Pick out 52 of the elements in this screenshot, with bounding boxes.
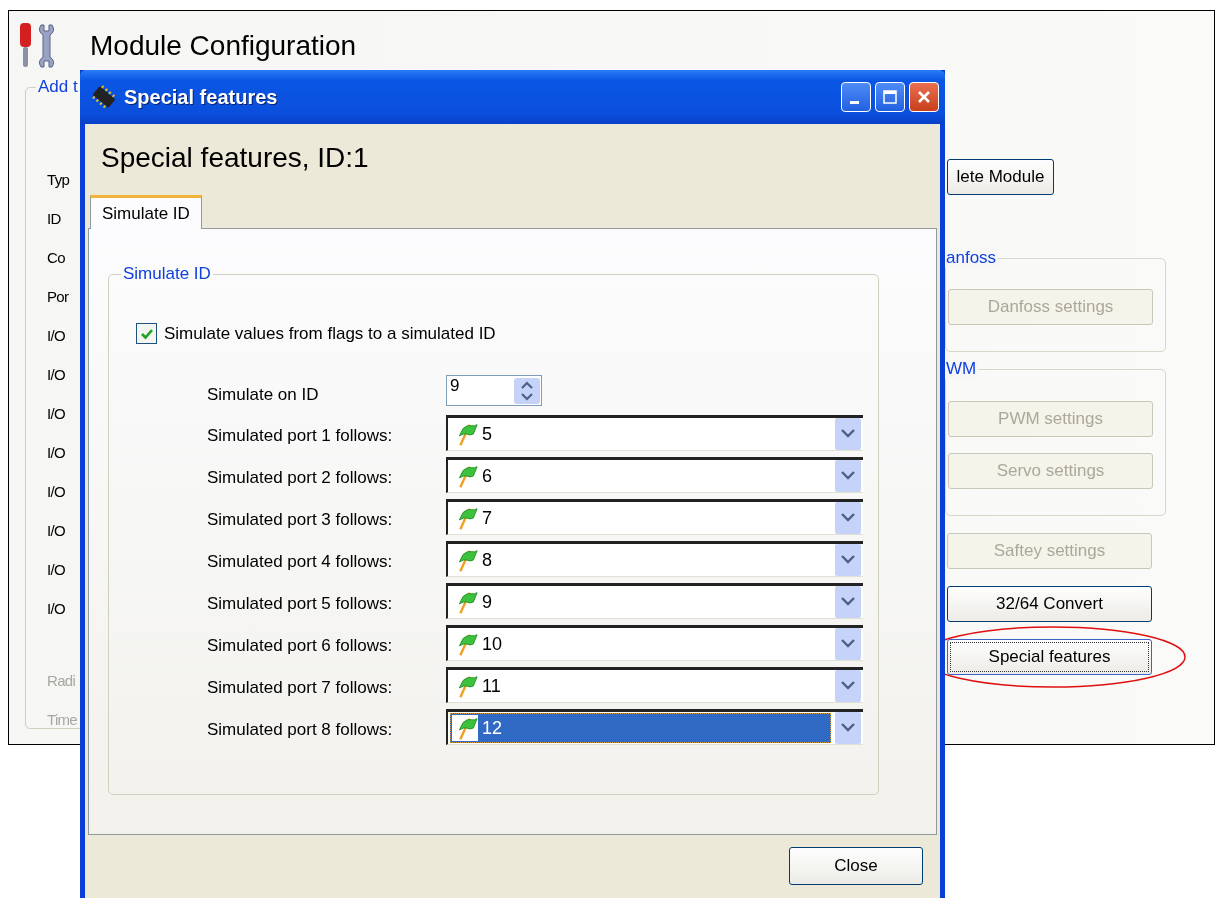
field-label: Simulated port 3 follows: xyxy=(207,509,394,530)
dropdown[interactable]: 7 xyxy=(446,499,863,535)
tab[interactable]: Simulate ID xyxy=(90,195,202,229)
field-label: Simulated port 6 follows: xyxy=(207,635,394,656)
field-label: Co xyxy=(47,248,65,268)
field-label: I/O xyxy=(47,560,65,580)
dropdown[interactable]: 11 xyxy=(446,667,863,703)
minimize-icon xyxy=(849,100,859,104)
group-title: WM xyxy=(944,359,979,379)
field-label: I/O xyxy=(47,365,65,385)
checkbox[interactable] xyxy=(136,323,157,344)
field-label: Simulated port 7 follows: xyxy=(207,677,394,698)
field-label: Radi xyxy=(47,671,76,691)
dropdown[interactable]: 12 xyxy=(446,709,863,745)
field-label: Simulated port 1 follows: xyxy=(207,425,394,446)
dropdown[interactable]: 6 xyxy=(446,457,863,493)
field-label: I/O xyxy=(47,443,65,463)
field-label: Simulated port 5 follows: xyxy=(207,593,394,614)
field-label: Simulate on ID xyxy=(207,384,320,405)
maximize-icon xyxy=(880,87,900,107)
field-label: Simulated port 8 follows: xyxy=(207,719,394,740)
action-button[interactable]: 32/64 Convert xyxy=(947,586,1152,622)
field-label: Time xyxy=(47,710,77,730)
field-label: Simulated port 4 follows: xyxy=(207,551,394,572)
minimize-button[interactable] xyxy=(841,82,871,112)
field-label: Por xyxy=(47,287,69,307)
number-spinner[interactable]: 9 xyxy=(446,375,542,406)
field-label: I/O xyxy=(47,326,65,346)
field-label: ID xyxy=(47,209,61,229)
close-button[interactable] xyxy=(909,82,939,112)
dropdown[interactable]: 5 xyxy=(446,415,863,451)
field-label: I/O xyxy=(47,482,65,502)
action-button[interactable]: Special features xyxy=(947,639,1152,675)
spinner-arrows-icon[interactable] xyxy=(513,376,541,405)
window-title: Module Configuration xyxy=(90,30,357,62)
field-label: I/O xyxy=(47,599,65,619)
dropdown[interactable]: 8 xyxy=(446,541,863,577)
group-title: anfoss xyxy=(944,248,999,268)
dropdown[interactable]: 10 xyxy=(446,625,863,661)
dialog-title: Special features xyxy=(124,85,278,109)
checkbox-label: Simulate values from flags to a simulated ID xyxy=(164,323,496,344)
field-label: I/O xyxy=(47,521,65,541)
chip-icon xyxy=(90,83,118,111)
field-label: Simulated port 2 follows: xyxy=(207,467,394,488)
field-label: Typ xyxy=(47,170,70,190)
flag-icon xyxy=(452,715,478,741)
dropdown[interactable]: 9 xyxy=(446,583,863,619)
close-button[interactable]: Close xyxy=(789,847,923,885)
maximize-button[interactable] xyxy=(875,82,905,112)
action-button[interactable]: lete Module xyxy=(947,159,1054,195)
dialog-heading: Special features, ID:1 xyxy=(100,141,370,175)
field-label: I/O xyxy=(47,404,65,424)
